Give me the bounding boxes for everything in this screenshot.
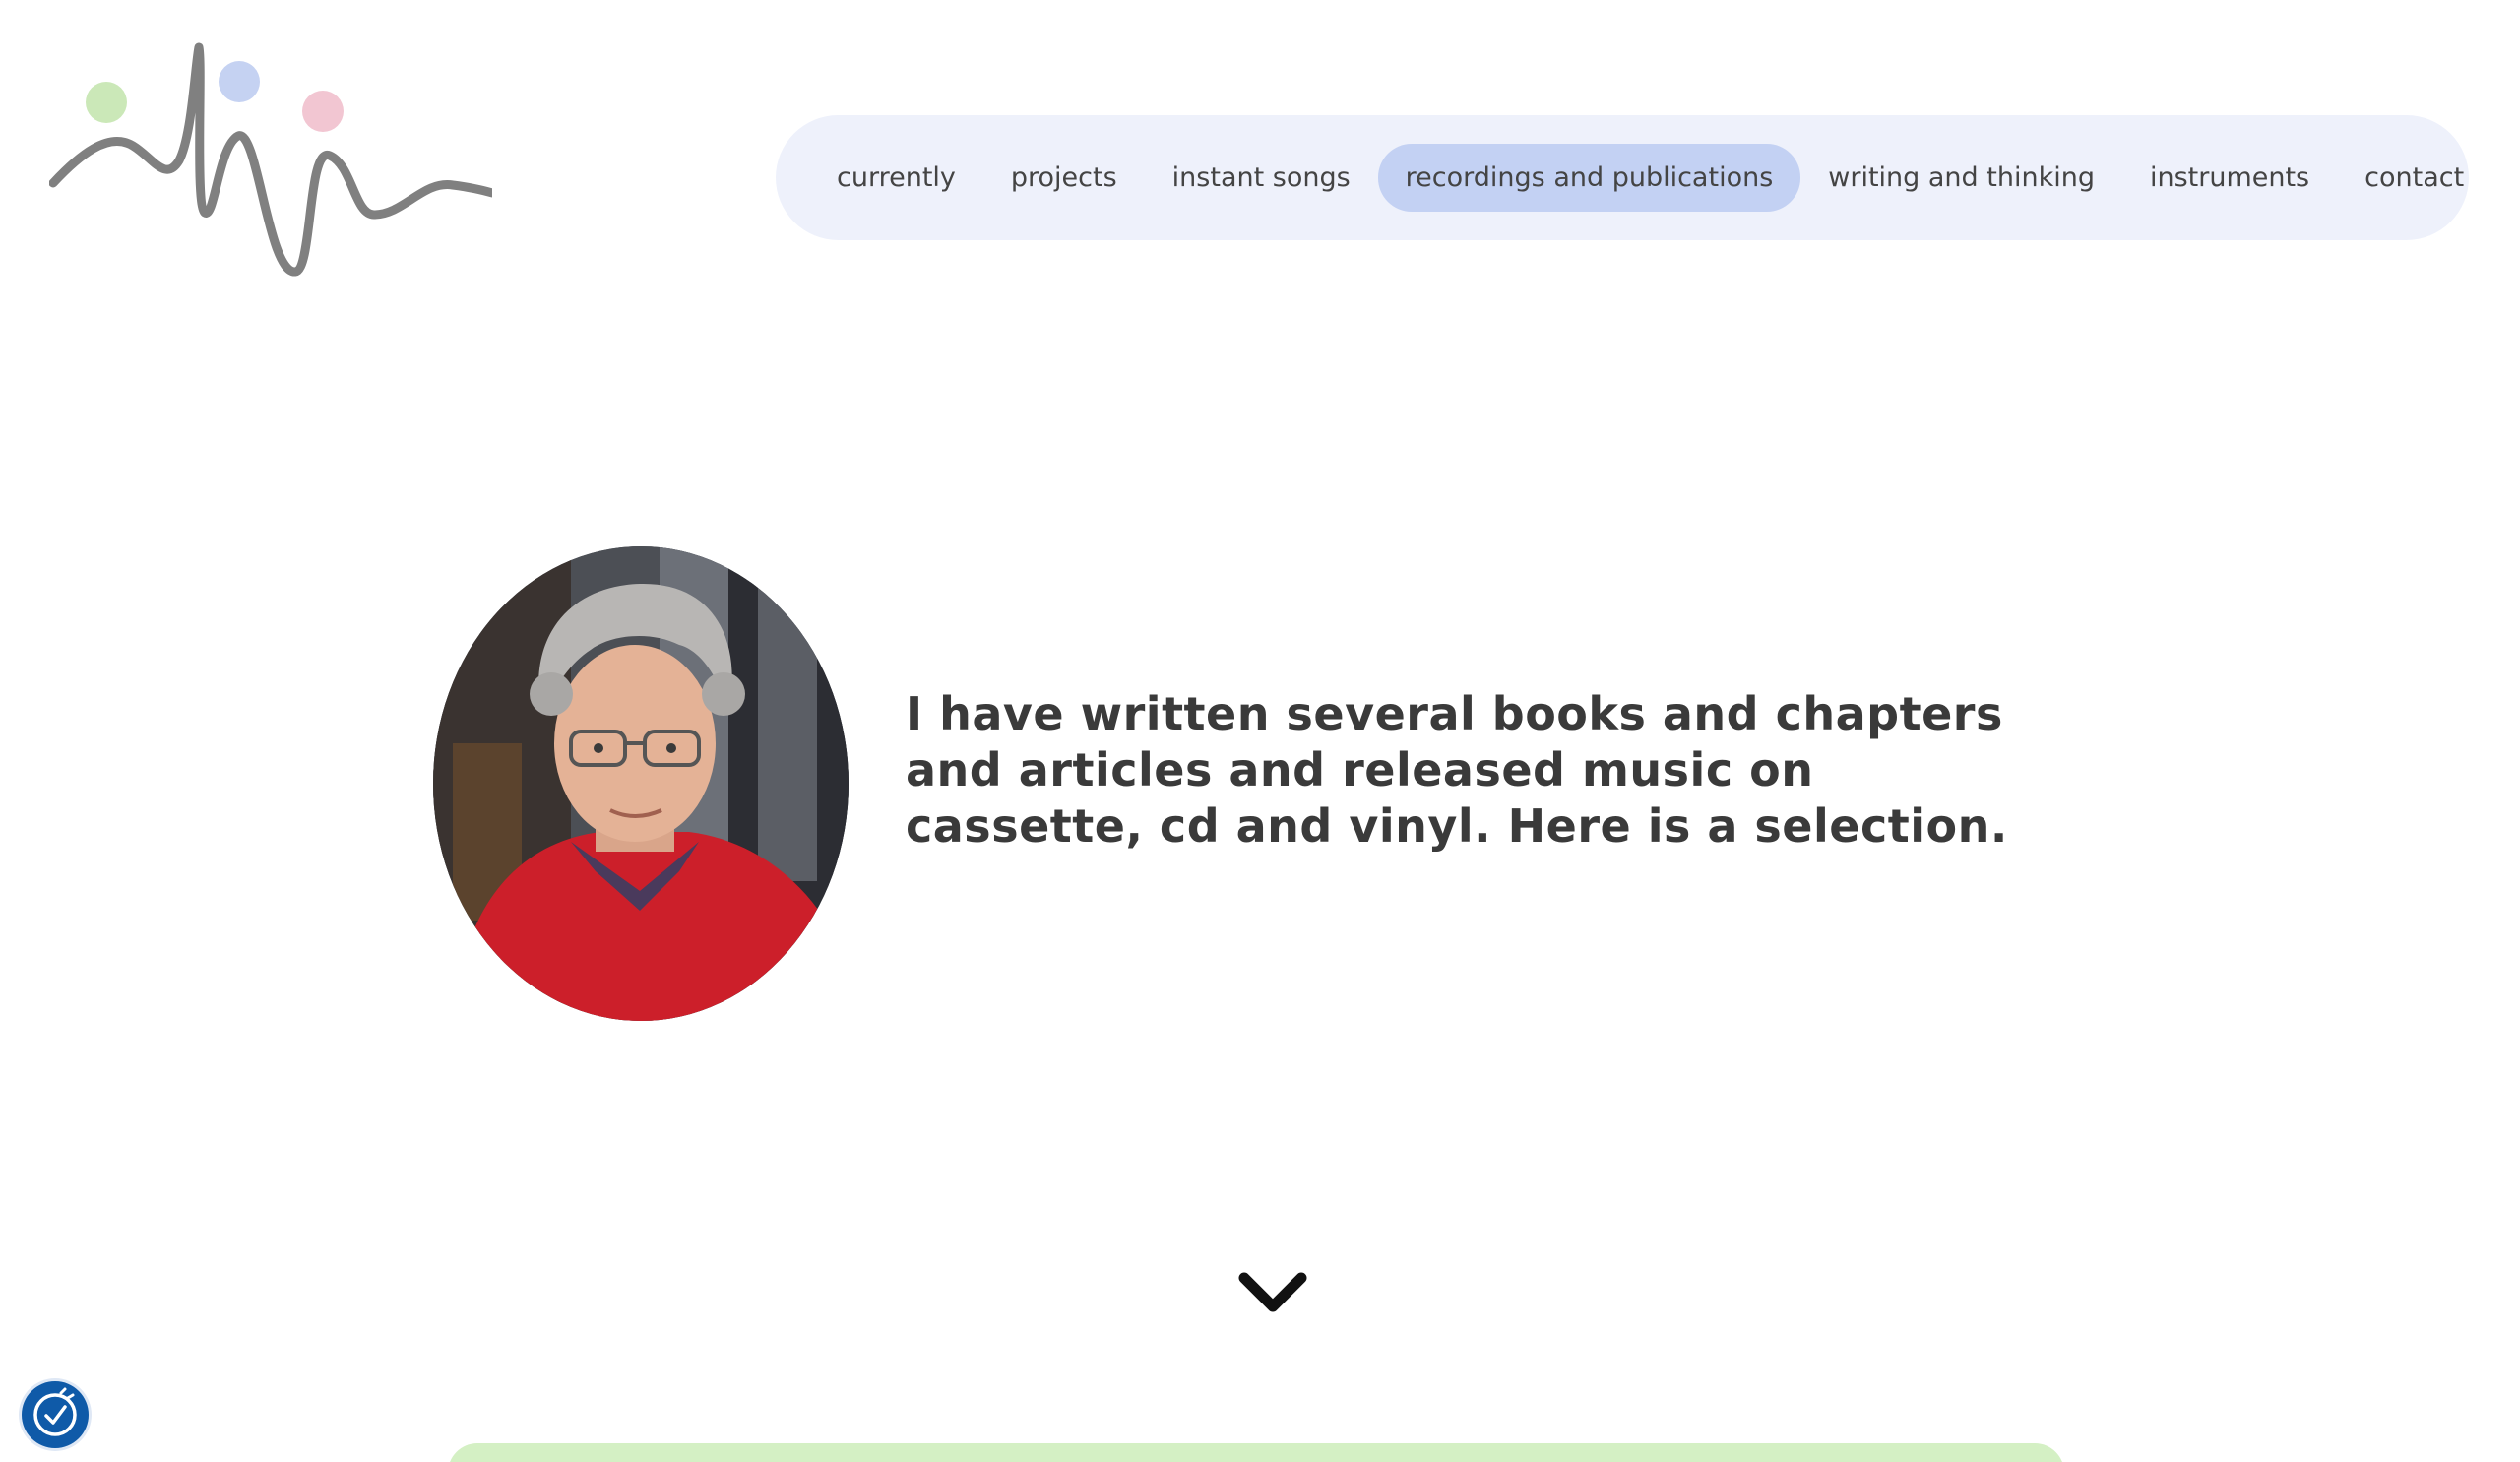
intro-text: I have written several books and chapter… bbox=[906, 687, 2008, 853]
accessibility-icon[interactable] bbox=[22, 1381, 89, 1448]
nav-item-recordings-and-publications[interactable]: recordings and publications bbox=[1377, 144, 1801, 212]
author-portrait bbox=[433, 546, 849, 1021]
page: currently projects instant songs recordi… bbox=[0, 0, 2520, 1462]
nav-item-instant-songs[interactable]: instant songs bbox=[1145, 144, 1378, 212]
nav-item-instruments[interactable]: instruments bbox=[2122, 144, 2337, 212]
chevron-down-icon[interactable] bbox=[1238, 1270, 1307, 1315]
nav-item-contact[interactable]: contact bbox=[2337, 144, 2491, 212]
main-navigation: currently projects instant songs recordi… bbox=[776, 115, 2469, 240]
site-logo[interactable] bbox=[48, 37, 497, 284]
content-card bbox=[448, 1443, 2064, 1462]
nav-item-writing-and-thinking[interactable]: writing and thinking bbox=[1800, 144, 2122, 212]
nav-item-currently[interactable]: currently bbox=[809, 144, 983, 212]
nav-item-projects[interactable]: projects bbox=[983, 144, 1145, 212]
